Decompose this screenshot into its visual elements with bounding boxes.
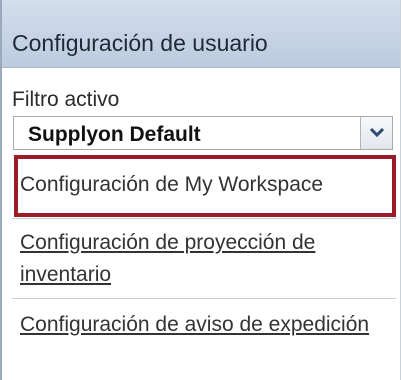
shipping-notice-settings-link[interactable]: Configuración de aviso de expedición	[20, 309, 390, 341]
dropdown-button[interactable]	[360, 117, 392, 149]
panel-title: Configuración de usuario	[12, 30, 268, 56]
panel-header: Configuración de usuario	[2, 0, 400, 68]
divider	[12, 218, 396, 219]
active-filter-value: Supplyon Default	[28, 123, 201, 146]
active-filter-select[interactable]: Supplyon Default	[13, 116, 393, 150]
user-settings-panel: Configuración de usuario Filtro activo S…	[0, 0, 401, 380]
divider	[12, 298, 396, 299]
chevron-down-icon	[370, 128, 384, 138]
my-workspace-settings-link[interactable]: Configuración de My Workspace	[20, 169, 400, 201]
inventory-projection-settings-link[interactable]: Configuración de proyección de inventari…	[20, 227, 390, 291]
active-filter-label: Filtro activo	[12, 88, 120, 111]
